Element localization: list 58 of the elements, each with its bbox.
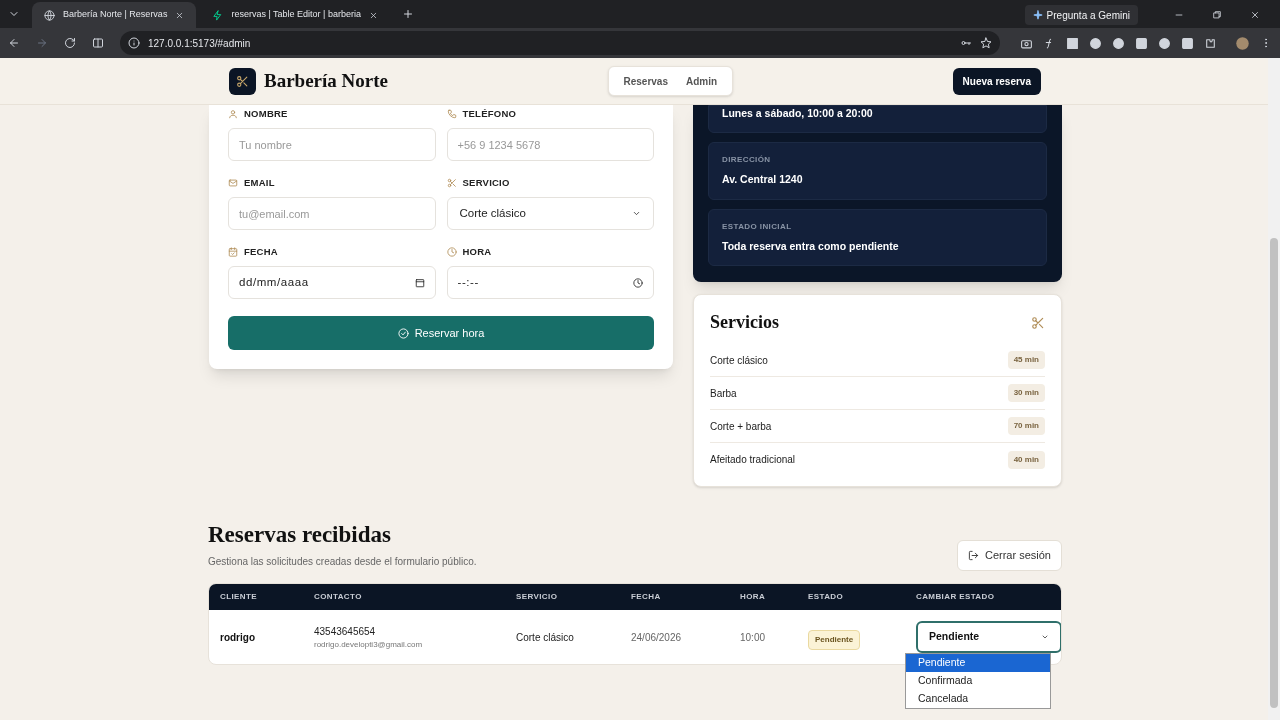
table-cell-text: 24/06/2026 [631,630,683,645]
table-cell-text: Corte clásico [516,630,575,645]
section-title: Reservas recibidas [208,521,392,550]
services-title: Servicios [710,311,779,335]
table-cell-text: 43543645654 [314,624,377,639]
column-header: HORA [740,591,767,603]
dropdown-option[interactable]: Cancelada [906,690,1050,708]
info-label: ESTADO INICIAL [722,220,793,233]
field-label: TELÉFONO [462,106,517,121]
field-label: SERVICIO [462,175,510,190]
text-field[interactable]: tu@email.com [228,197,436,230]
service-name: Corte clásico [710,353,768,368]
dropdown-option[interactable]: Pendiente [906,654,1050,672]
table-cell-text: rodrigo.developti3@gmail.com [314,638,424,651]
status-badge: Pendiente [808,629,861,650]
info-value: Lunes a sábado, 10:00 a 20:00 [722,106,874,121]
section-subtitle: Gestiona las solicitudes creadas desde el formulario público. [208,555,477,569]
service-name: Afeitado tradicional [710,453,796,468]
info-label: DIRECCIÓN [722,153,772,166]
text-field[interactable]: Tu nombre [228,128,436,161]
column-header: SERVICIO [516,591,559,603]
brand-name: Barbería Norte [264,68,388,93]
info-value: Toda reserva entra como pendiente [722,238,900,254]
address-bar[interactable]: 127.0.0.1:5173/#admin [120,31,1000,55]
duration-badge: 45 min [1007,351,1045,370]
url-text: 127.0.0.1:5173/#admin [148,36,252,51]
duration-badge: 70 min [1007,417,1045,436]
service-select[interactable]: Corte clásico [446,197,654,230]
column-header: FECHA [631,591,662,603]
column-header: CAMBIAR ESTADO [916,591,996,603]
field-label: NOMBRE [244,106,288,121]
tab-title: reservas | Table Editor | barberia [231,8,361,22]
info-value: Av. Central 1240 [722,171,804,187]
new-booking-button[interactable]: Nueva reserva [952,67,1041,95]
book-button[interactable]: Reservar hora [228,316,654,350]
table-cell-text: rodrigo [220,630,256,645]
table-cell-text: 10:00 [740,630,767,645]
service-name: Barba [710,386,737,401]
gemini-button[interactable]: Pregunta a Gemini [1024,5,1138,25]
field-label: FECHA [244,244,278,259]
duration-badge: 40 min [1007,450,1045,469]
browser-tab[interactable]: reservas | Table Editor | barberia [200,2,390,28]
logout-button[interactable]: Cerrar sesión [956,540,1062,571]
nav-link[interactable]: Admin [679,73,725,89]
field-label: EMAIL [244,175,275,190]
column-header: CLIENTE [220,591,259,603]
column-header: CONTACTO [314,591,363,603]
nav-link[interactable]: Reservas [616,73,675,89]
tab-title: Barbería Norte | Reservas [63,8,168,22]
time-field[interactable]: --:-- [446,266,654,299]
service-name: Corte + barba [710,419,772,434]
browser-tab[interactable]: Barbería Norte | Reservas [32,2,197,28]
text-field[interactable]: +56 9 1234 5678 [446,128,654,161]
duration-badge: 30 min [1007,384,1045,403]
dropdown-option[interactable]: Confirmada [906,672,1050,690]
column-header: ESTADO [808,591,845,603]
field-label: HORA [462,244,492,259]
date-field[interactable]: dd/mm/aaaa [228,266,436,299]
